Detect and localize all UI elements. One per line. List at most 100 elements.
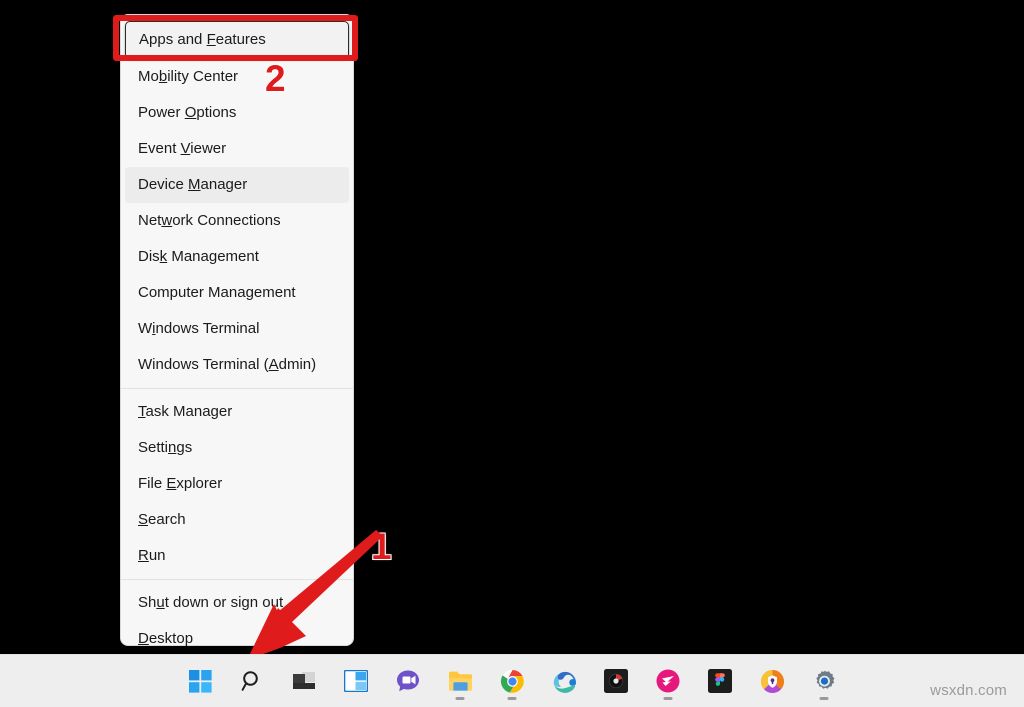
site-watermark: wsxdn.com [930, 682, 1007, 699]
menu-item-file-explorer[interactable]: File Explorer [125, 466, 349, 502]
chrome-icon [500, 669, 524, 693]
menu-item-label-after: ement [253, 284, 296, 301]
windows-logo-icon [188, 669, 212, 693]
menu-item-label-after: un [148, 547, 166, 564]
menu-item-power-options[interactable]: Power Options [125, 95, 349, 131]
menu-item-label-after: ndows Terminal [155, 320, 260, 337]
menu-item-disk-management[interactable]: Disk Management [125, 239, 349, 275]
menu-item-label-before: Computer Mana [138, 284, 246, 301]
settings-button[interactable] [805, 661, 843, 701]
menu-item-desktop[interactable]: Desktop [125, 621, 349, 657]
menu-item-accelerator: S [138, 511, 149, 528]
menu-item-accelerator: O [184, 104, 197, 121]
menu-item-label-before: Event [138, 140, 181, 157]
widgets-icon [344, 670, 368, 692]
menu-section-power: Shut down or sign out Desktop [121, 585, 353, 657]
taskbar[interactable] [0, 654, 1024, 707]
menu-item-device-manager[interactable]: Device Manager [125, 167, 349, 203]
menu-section-system: Apps and Features Mobility Center Power Op… [121, 21, 353, 383]
menu-separator [121, 388, 353, 389]
taskbar-icon-strip [0, 655, 1024, 707]
menu-item-network-connections[interactable]: Network Connections [125, 203, 349, 239]
menu-item-label-after: xplorer [176, 475, 223, 492]
edge-button[interactable] [545, 661, 583, 701]
pink-app-icon [656, 669, 680, 693]
menu-item-accelerator: A [268, 356, 279, 373]
menu-item-accelerator: E [166, 475, 177, 492]
menu-item-accelerator: D [138, 630, 149, 647]
menu-item-label-after: ptions [196, 104, 237, 121]
menu-item-label-after: earch [148, 511, 186, 528]
edge-icon [553, 671, 576, 693]
dark-app-icon [604, 669, 628, 693]
taskbar-running-indicator [507, 697, 517, 700]
start-button[interactable] [181, 661, 219, 701]
search-icon [241, 671, 258, 691]
menu-item-label-before: W [138, 320, 153, 337]
annotation-marker-2: 2 [264, 58, 287, 99]
folder-icon [448, 671, 472, 691]
menu-item-label-before: Sh [138, 594, 157, 611]
menu-item-accelerator: R [138, 547, 149, 564]
menu-item-label-after: anager [200, 176, 248, 193]
menu-item-label-after: esktop [148, 630, 194, 647]
menu-item-label-after: ility Center [167, 68, 239, 85]
menu-item-label-after: ask Manager [145, 403, 233, 420]
menu-item-task-manager[interactable]: Task Manager [125, 394, 349, 430]
menu-item-label-after: t down or sign out [164, 594, 284, 611]
figma-button[interactable] [701, 661, 739, 701]
menu-item-label-after: Management [167, 248, 259, 265]
menu-item-label-before: Dis [138, 248, 160, 265]
chrome-button[interactable] [493, 661, 531, 701]
pink-app-button[interactable] [649, 661, 687, 701]
search-button[interactable] [233, 661, 271, 701]
menu-item-accelerator: b [158, 68, 168, 85]
menu-item-accelerator: T [138, 403, 146, 420]
chat-button[interactable] [389, 661, 427, 701]
task-view-icon [293, 672, 315, 689]
menu-item-label-before: Setti [138, 439, 169, 456]
taskbar-running-indicator [663, 697, 673, 700]
widgets-button[interactable] [337, 661, 375, 701]
menu-item-accelerator: g [245, 284, 254, 301]
menu-item-accelerator: u [156, 594, 165, 611]
gear-icon [815, 670, 834, 689]
menu-item-apps-and-features[interactable]: Apps and Features [125, 21, 349, 59]
menu-item-label-after: ork Connections [172, 212, 281, 229]
dark-app-button[interactable] [597, 661, 635, 701]
menu-item-accelerator: w [161, 212, 173, 229]
avast-browser-icon [760, 669, 784, 693]
menu-item-label-before: Mo [138, 68, 159, 85]
menu-item-label-after: iewer [190, 140, 227, 157]
file-explorer-button[interactable] [441, 661, 479, 701]
menu-separator [121, 579, 353, 580]
annotation-marker-1: 1 [370, 526, 393, 567]
menu-item-windows-terminal[interactable]: Windows Terminal [125, 311, 349, 347]
menu-item-label-before: Device [138, 176, 189, 193]
avast-browser-button[interactable] [753, 661, 791, 701]
menu-item-label-after: eatures [215, 31, 266, 48]
menu-item-label-before: Power [138, 104, 185, 121]
task-view-button[interactable] [285, 661, 323, 701]
menu-item-label-after: dmin) [278, 356, 317, 373]
chat-icon [396, 670, 419, 692]
menu-item-accelerator: M [188, 176, 201, 193]
menu-section-tools: Task Manager Settings File Explorer Search R… [121, 394, 353, 574]
menu-item-mobility-center[interactable]: Mobility Center [125, 59, 349, 95]
menu-item-accelerator: V [180, 140, 191, 157]
menu-item-computer-management[interactable]: Computer Management [125, 275, 349, 311]
menu-item-label-before: Windows Terminal ( [138, 356, 269, 373]
menu-item-label-before: Apps and [139, 31, 207, 48]
menu-item-shut-down-or-sign-out[interactable]: Shut down or sign out [125, 585, 349, 621]
menu-item-label-before: File [138, 475, 167, 492]
figma-icon [708, 669, 732, 693]
menu-item-event-viewer[interactable]: Event Viewer [125, 131, 349, 167]
menu-item-search[interactable]: Search [125, 502, 349, 538]
menu-item-settings[interactable]: Settings [125, 430, 349, 466]
menu-item-accelerator: F [206, 31, 216, 48]
winx-power-user-menu[interactable]: Apps and Features Mobility Center Power Op… [120, 14, 354, 647]
menu-item-run[interactable]: Run [125, 538, 349, 574]
taskbar-running-indicator [455, 697, 465, 700]
menu-item-windows-terminal-admin[interactable]: Windows Terminal (Admin) [125, 347, 349, 383]
menu-item-label-after: gs [176, 439, 193, 456]
